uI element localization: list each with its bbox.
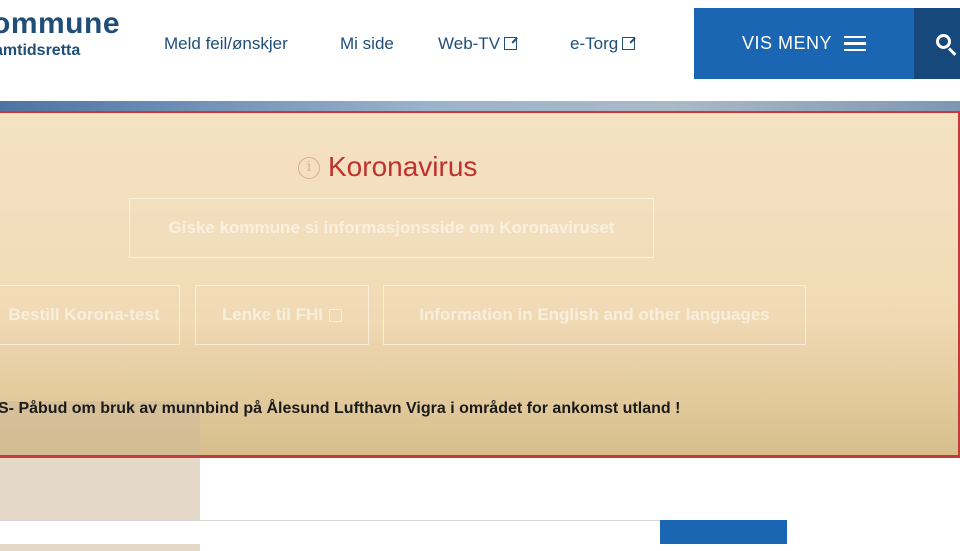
- search-icon: [936, 34, 951, 49]
- nav-e-torg-label: e-Torg: [570, 34, 619, 53]
- show-menu-label: VIS MENY: [741, 33, 833, 53]
- search-button[interactable]: [914, 8, 960, 79]
- search-submit-button[interactable]: [660, 520, 787, 544]
- english-info-label: Information in English and other languag…: [419, 305, 770, 324]
- show-menu-button[interactable]: VIS MENY: [694, 8, 914, 79]
- logo-tagline: amtidsretta: [0, 42, 81, 59]
- nav-web-tv-label: Web-TV: [438, 34, 501, 53]
- banner-title: Koronavirus: [328, 151, 478, 182]
- site-logo[interactable]: ommune amtidsretta: [0, 8, 120, 60]
- corona-info-link[interactable]: Giske kommune si informasjonsside om Kor…: [129, 198, 654, 258]
- external-link-icon: [329, 308, 343, 322]
- search-input[interactable]: [0, 520, 660, 544]
- external-link-icon: [504, 37, 518, 50]
- nav-meld-feil[interactable]: Meld feil/ønskjer: [164, 34, 288, 54]
- external-link-icon: [622, 37, 636, 50]
- header-image-strip: [0, 101, 960, 111]
- book-test-link[interactable]: Bestill Korona-test: [0, 285, 180, 345]
- fhi-link[interactable]: Lenke til FHI: [195, 285, 369, 345]
- nav-mi-side[interactable]: Mi side: [340, 34, 394, 54]
- book-test-label: Bestill Korona-test: [8, 305, 160, 324]
- nav-e-torg[interactable]: e-Torg: [570, 34, 636, 54]
- corona-info-link-label: Giske kommune si informasjonsside om Kor…: [168, 218, 615, 237]
- nav-web-tv[interactable]: Web-TV: [438, 34, 518, 54]
- nav-mi-side-label: Mi side: [340, 34, 394, 53]
- mask-notice[interactable]: S- Påbud om bruk av munnbind på Ålesund …: [0, 400, 680, 418]
- hamburger-icon: [844, 35, 867, 52]
- logo-name: ommune: [0, 7, 121, 40]
- fhi-label: Lenke til FHI: [221, 305, 324, 324]
- site-header: ommune amtidsretta Meld feil/ønskjer Mi …: [0, 0, 960, 100]
- english-info-link[interactable]: Information in English and other languag…: [383, 285, 806, 345]
- info-icon: i: [298, 157, 320, 179]
- nav-meld-feil-label: Meld feil/ønskjer: [164, 34, 288, 53]
